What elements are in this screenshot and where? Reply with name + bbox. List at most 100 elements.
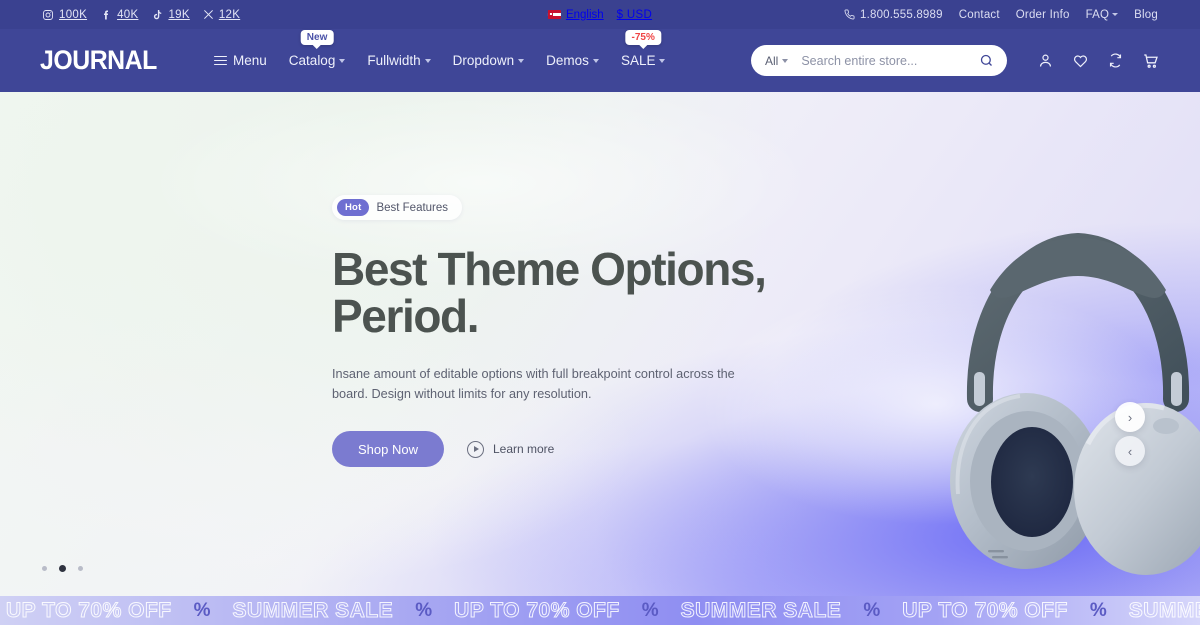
phone-number: 1.800.555.8989 [859, 8, 943, 21]
marquee-separator: % [1089, 599, 1107, 621]
hero-heading-line2: Period. [332, 289, 480, 342]
carousel-dot-1[interactable] [42, 566, 47, 571]
nav-label: Fullwidth [367, 53, 421, 68]
carousel-prev-button[interactable]: ‹ [1115, 436, 1145, 466]
learn-more-link[interactable]: Learn more [466, 440, 555, 458]
hero-badge-text: Best Features [376, 201, 449, 214]
nav-item-catalog[interactable]: New Catalog [288, 30, 346, 72]
link-label: Order Info [1015, 8, 1070, 21]
nav-badge-sale: -75% [625, 30, 661, 49]
chevron-down-icon [1112, 12, 1119, 16]
marquee-item: SUMMER SALE [680, 598, 842, 622]
topbar-link-contact[interactable]: Contact [959, 9, 1000, 21]
social-link-instagram[interactable]: 100K [42, 9, 87, 21]
marquee-item: UP TO 70% OFF [6, 598, 172, 622]
topbar-link-order-info[interactable]: Order Info [1016, 9, 1070, 21]
shop-now-button[interactable]: Shop Now [332, 431, 444, 468]
social-count: 100K [59, 8, 88, 21]
learn-more-label: Learn more [492, 442, 555, 457]
currency-label: $ USD [616, 8, 653, 21]
marquee-separator: % [863, 599, 881, 621]
hero-section: Hot Best Features Best Theme Options, Pe… [0, 92, 1200, 596]
nav-item-fullwidth[interactable]: Fullwidth [367, 49, 431, 72]
chevron-down-icon [782, 58, 789, 63]
search-bar: All [751, 45, 1007, 76]
hero-heading-line1: Best Theme Options, [332, 243, 767, 295]
main-header: JOURNAL Menu New Catalog Fullwidth Dropd… [0, 29, 1200, 92]
topbar-link-faq[interactable]: FAQ [1086, 9, 1119, 21]
cart-icon[interactable] [1142, 52, 1160, 70]
compare-icon[interactable] [1107, 52, 1124, 69]
nav-label: Catalog [288, 53, 336, 68]
phone-icon [844, 9, 855, 20]
headphones-illustration [950, 232, 1200, 575]
social-link-x[interactable]: 12K [203, 9, 240, 21]
carousel-dot-3[interactable] [78, 566, 83, 571]
chevron-down-icon [592, 58, 599, 63]
play-circle-icon [466, 440, 484, 458]
link-label: Blog [1134, 8, 1158, 21]
hero-cta-group: Shop Now Learn more [332, 431, 802, 468]
link-label: Contact [958, 8, 1000, 21]
product-image-headphones [928, 194, 1200, 596]
carousel-next-button[interactable]: › [1115, 402, 1145, 432]
search-icon[interactable] [979, 53, 994, 68]
marquee-item: UP TO 70% OFF [902, 598, 1068, 622]
hamburger-icon [214, 55, 228, 66]
language-selector[interactable]: English [547, 8, 604, 21]
search-category-dropdown[interactable]: All [765, 53, 789, 68]
social-links: 100K 40K 19K 12K [42, 9, 240, 21]
search-input[interactable] [801, 53, 979, 68]
social-link-facebook[interactable]: 40K [100, 9, 138, 21]
marquee-separator: % [193, 599, 211, 621]
account-icon[interactable] [1037, 52, 1054, 69]
link-label: FAQ [1085, 8, 1110, 21]
nav-item-dropdown[interactable]: Dropdown [453, 49, 525, 72]
site-logo[interactable]: JOURNAL [40, 45, 157, 76]
x-twitter-icon [203, 10, 213, 19]
facebook-icon [104, 10, 109, 19]
header-icons [1037, 52, 1160, 70]
hero-badge-tag: Hot [337, 199, 370, 216]
social-count: 19K [168, 8, 190, 21]
hero-heading: Best Theme Options, Period. [332, 246, 802, 340]
chevron-down-icon [518, 58, 525, 63]
main-navigation: Menu New Catalog Fullwidth Dropdown Demo… [214, 30, 666, 72]
nav-label: Menu [233, 53, 267, 68]
marquee-item: SUMMER SALE [1128, 598, 1200, 622]
nav-item-sale[interactable]: -75% SALE [620, 30, 666, 72]
instagram-icon [43, 9, 53, 20]
nav-badge-new: New [300, 30, 334, 49]
marquee-item: SUMMER SALE [232, 598, 394, 622]
hero-badge: Hot Best Features [332, 195, 463, 220]
chevron-down-icon [339, 58, 346, 63]
language-label: English [565, 8, 604, 21]
marquee-track: UP TO 70% OFF% SUMMER SALE% UP TO 70% OFF%… [0, 598, 1200, 623]
nav-item-menu[interactable]: Menu [214, 49, 267, 72]
nav-label: Dropdown [452, 53, 515, 68]
nav-item-demos[interactable]: Demos [546, 49, 599, 72]
carousel-dot-2[interactable] [59, 565, 66, 572]
hero-description: Insane amount of editable options with f… [332, 366, 735, 402]
hero-content: Hot Best Features Best Theme Options, Pe… [332, 195, 802, 468]
phone-link[interactable]: 1.800.555.8989 [844, 9, 943, 21]
tiktok-icon [154, 9, 162, 19]
nav-label: SALE [620, 53, 656, 68]
social-link-tiktok[interactable]: 19K [151, 8, 190, 21]
topbar-link-blog[interactable]: Blog [1134, 9, 1158, 21]
chevron-down-icon [659, 58, 666, 63]
nav-label: Demos [546, 53, 589, 68]
currency-selector[interactable]: $ USD [617, 9, 652, 21]
topbar-links: 1.800.555.8989 Contact Order Info FAQ Bl… [844, 9, 1158, 21]
carousel-dots [42, 565, 83, 572]
wishlist-heart-icon[interactable] [1072, 52, 1089, 69]
search-category-label: All [765, 53, 779, 68]
locale-selectors: English $ USD [547, 8, 652, 21]
flag-icon [547, 10, 561, 19]
social-count: 12K [218, 8, 241, 21]
promo-marquee: UP TO 70% OFF% SUMMER SALE% UP TO 70% OFF%… [0, 596, 1200, 625]
marquee-item: UP TO 70% OFF [454, 598, 620, 622]
social-count: 40K [117, 8, 139, 21]
top-bar: 100K 40K 19K 12K English $ USD 1.800.555… [0, 0, 1200, 29]
chevron-down-icon [424, 58, 431, 63]
